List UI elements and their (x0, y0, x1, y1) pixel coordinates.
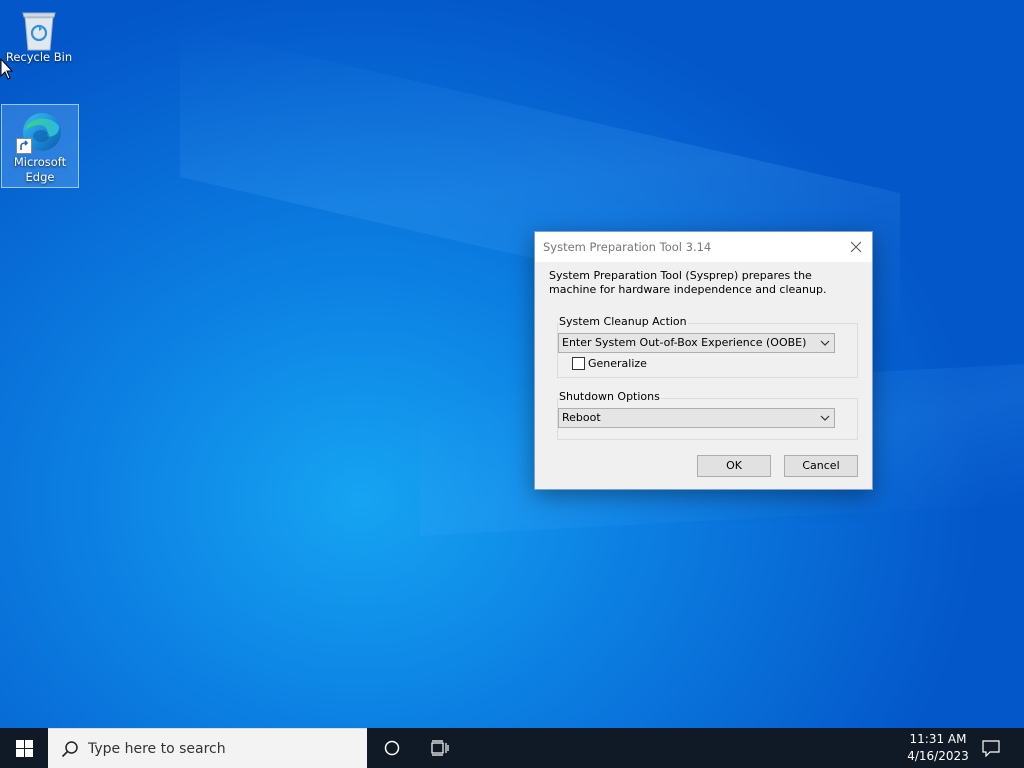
cortana-circle-icon (384, 740, 400, 756)
sysprep-dialog[interactable]: System Preparation Tool 3.14 System Prep… (534, 231, 873, 490)
start-button[interactable] (0, 728, 48, 768)
desktop-icon-label-text: Microsoft Edge (13, 155, 67, 184)
desktop-icon-recycle-bin[interactable]: Recycle Bin (1, 4, 77, 65)
shutdown-options-label: Shutdown Options (558, 390, 661, 403)
ok-button[interactable]: OK (697, 455, 771, 477)
close-icon (850, 241, 862, 253)
chevron-down-icon (820, 340, 830, 346)
desktop-icon-label: Microsoft Edge (2, 155, 78, 185)
search-placeholder: Type here to search (88, 741, 226, 757)
mouse-cursor-icon (0, 57, 14, 83)
shutdown-options-value: Reboot (562, 411, 601, 424)
dialog-description: System Preparation Tool (Sysprep) prepar… (549, 269, 827, 296)
taskbar-search-box[interactable]: Type here to search (48, 728, 367, 768)
cortana-button[interactable] (368, 728, 416, 768)
dialog-title: System Preparation Tool 3.14 (543, 240, 712, 254)
windows-logo-icon (15, 739, 33, 757)
dialog-titlebar[interactable]: System Preparation Tool 3.14 (535, 232, 872, 262)
cleanup-action-value: Enter System Out-of-Box Experience (OOBE… (562, 336, 807, 349)
cancel-button[interactable]: Cancel (784, 455, 858, 477)
clock-date: 4/16/2023 (907, 749, 969, 763)
notifications-button[interactable] (968, 728, 1014, 768)
task-view-icon (431, 740, 449, 756)
cleanup-action-group: System Cleanup Action Enter System Out-o… (557, 315, 858, 378)
task-view-button[interactable] (416, 728, 464, 768)
close-button[interactable] (840, 232, 872, 262)
generalize-checkbox[interactable] (572, 357, 585, 370)
edge-icon (16, 108, 64, 156)
chevron-down-icon (820, 415, 830, 421)
shutdown-options-group: Shutdown Options Reboot (557, 390, 858, 440)
generalize-label[interactable]: Generalize (588, 357, 647, 370)
taskbar-clock[interactable]: 11:31 AM 4/16/2023 (900, 731, 976, 765)
clock-time: 11:31 AM (909, 732, 967, 746)
recycle-bin-icon (15, 6, 63, 54)
shutdown-options-select[interactable]: Reboot (558, 408, 835, 428)
desktop-icon-edge[interactable]: Microsoft Edge (1, 104, 79, 188)
action-center-icon (982, 739, 1000, 757)
shortcut-arrow-icon (16, 138, 32, 154)
cleanup-action-select[interactable]: Enter System Out-of-Box Experience (OOBE… (558, 333, 835, 353)
search-icon (61, 741, 78, 758)
taskbar: Type here to search 11:31 AM 4/16/2023 (0, 728, 1024, 768)
cleanup-action-label: System Cleanup Action (558, 315, 688, 328)
